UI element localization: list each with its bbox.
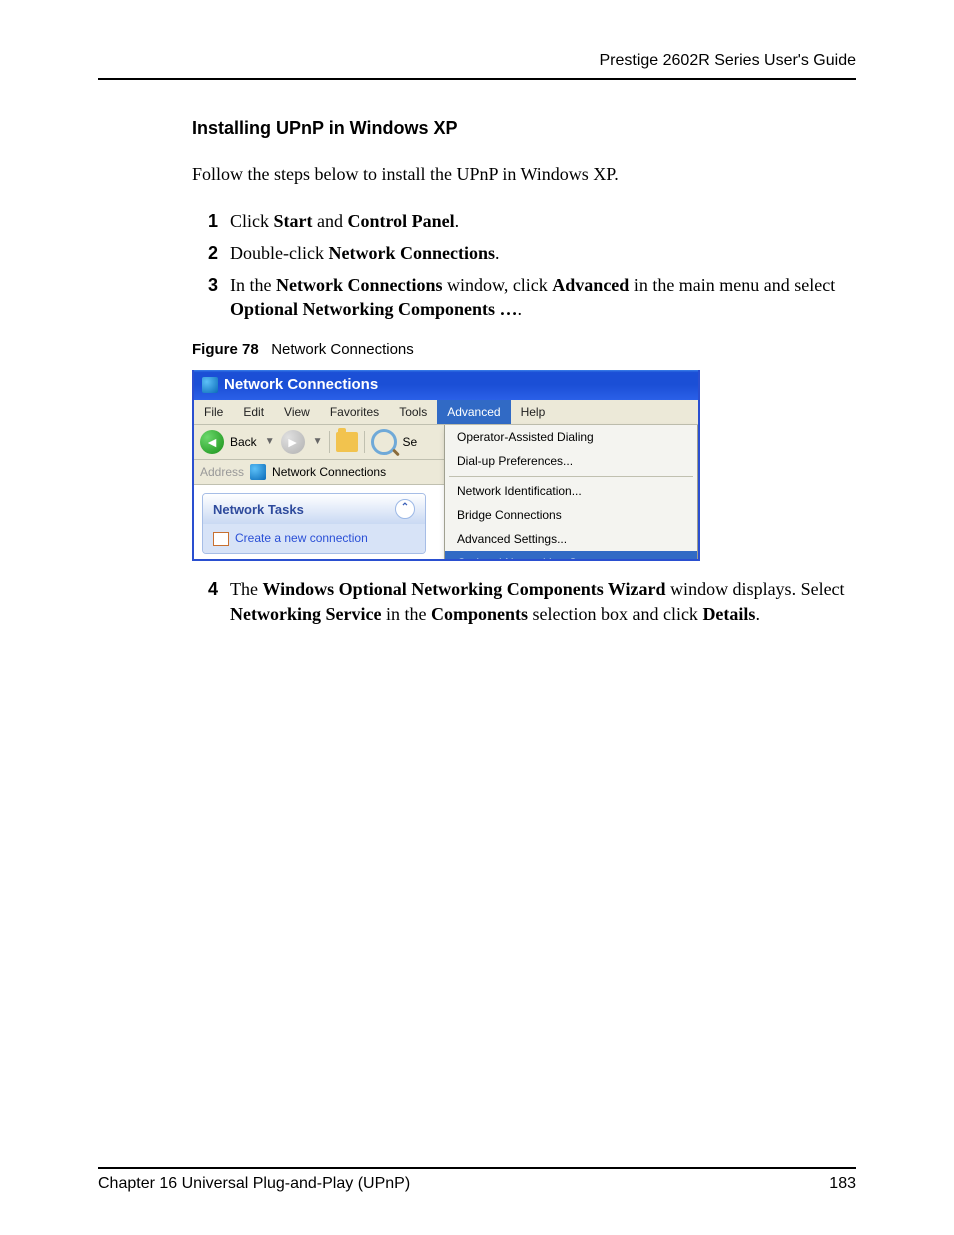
menu-edit[interactable]: Edit [233, 400, 274, 424]
up-folder-icon[interactable] [336, 432, 358, 452]
step-4: 4 The Windows Optional Networking Compon… [208, 577, 856, 626]
xp-titlebar[interactable]: Network Connections [194, 370, 698, 400]
sidebar-body: Create a new connection [203, 524, 425, 552]
bold: Network Connections [328, 243, 495, 263]
text: . [755, 604, 760, 624]
search-icon[interactable] [371, 429, 397, 455]
footer-rule [98, 1167, 856, 1169]
bold: Network Connections [276, 275, 443, 295]
xp-sidebar-panel: Network Tasks ⌃ Create a new connection [202, 493, 426, 553]
chevron-down-icon[interactable]: ▼ [313, 435, 323, 449]
text: window displays. Select [666, 579, 845, 599]
header-rule [98, 78, 856, 80]
step-2: Double-click Network Connections. [208, 241, 856, 265]
menu-advanced[interactable]: Advanced [437, 400, 510, 424]
sidebar-title: Network Tasks [213, 501, 304, 519]
step-3: In the Network Connections window, click… [208, 273, 856, 322]
dd-bridge-connections[interactable]: Bridge Connections [445, 503, 697, 527]
address-icon [250, 464, 266, 480]
new-connection-icon [213, 532, 229, 546]
step-number: 4 [208, 577, 218, 601]
text: selection box and click [528, 604, 702, 624]
search-label[interactable]: Se [403, 434, 418, 450]
text: Click [230, 211, 274, 231]
text: in the main menu and select [629, 275, 835, 295]
text: . [518, 299, 523, 319]
main-content: Installing UPnP in Windows XP Follow the… [192, 116, 856, 626]
bold: Windows Optional Networking Components W… [262, 579, 665, 599]
bold: Control Panel [348, 211, 455, 231]
step-list: Click Start and Control Panel. Double-cl… [208, 209, 856, 322]
collapse-icon[interactable]: ⌃ [395, 499, 415, 519]
text: . [455, 211, 460, 231]
forward-button-icon[interactable]: ► [281, 430, 305, 454]
dd-network-identification[interactable]: Network Identification... [445, 479, 697, 503]
dd-operator-assisted[interactable]: Operator-Assisted Dialing [445, 425, 697, 449]
text: . [495, 243, 500, 263]
sidebar-header[interactable]: Network Tasks ⌃ [203, 494, 425, 524]
back-label[interactable]: Back [230, 434, 257, 450]
link-label: Create a new connection [235, 530, 368, 546]
text: The [230, 579, 262, 599]
network-connections-icon [202, 377, 218, 393]
sidebar-link-create-connection[interactable]: Create a new connection [213, 530, 415, 546]
menu-file[interactable]: File [194, 400, 233, 424]
xp-title: Network Connections [224, 375, 378, 395]
chevron-down-icon[interactable]: ▼ [265, 435, 275, 449]
bold: Optional Networking Components … [230, 299, 518, 319]
xp-window: Network Connections File Edit View Favor… [192, 370, 700, 561]
dd-advanced-settings[interactable]: Advanced Settings... [445, 527, 697, 551]
toolbar-separator [364, 431, 365, 453]
address-value[interactable]: Network Connections [272, 464, 386, 480]
text: in the [381, 604, 431, 624]
menu-help[interactable]: Help [511, 400, 556, 424]
toolbar-separator [329, 431, 330, 453]
footer-page-number: 183 [829, 1175, 856, 1193]
bold: Details [702, 604, 755, 624]
section-heading: Installing UPnP in Windows XP [192, 116, 856, 140]
back-button-icon[interactable]: ◄ [200, 430, 224, 454]
page-footer: Chapter 16 Universal Plug-and-Play (UPnP… [98, 1167, 856, 1193]
step-1: Click Start and Control Panel. [208, 209, 856, 233]
bold: Advanced [552, 275, 629, 295]
bold: Components [431, 604, 528, 624]
footer-chapter: Chapter 16 Universal Plug-and-Play (UPnP… [98, 1175, 410, 1193]
menu-view[interactable]: View [274, 400, 320, 424]
advanced-dropdown: Operator-Assisted Dialing Dial-up Prefer… [444, 425, 698, 561]
menu-favorites[interactable]: Favorites [320, 400, 389, 424]
address-label: Address [200, 464, 244, 480]
xp-menubar: File Edit View Favorites Tools Advanced … [194, 400, 698, 425]
document-page: Prestige 2602R Series User's Guide Insta… [0, 0, 954, 1235]
running-header: Prestige 2602R Series User's Guide [98, 52, 856, 78]
bold: Networking Service [230, 604, 381, 624]
text: Double-click [230, 243, 328, 263]
text: and [313, 211, 348, 231]
figure-caption: Figure 78 Network Connections [192, 340, 856, 360]
intro-paragraph: Follow the steps below to install the UP… [192, 162, 856, 186]
bold: Start [274, 211, 313, 231]
menu-tools[interactable]: Tools [389, 400, 437, 424]
dropdown-separator [449, 476, 693, 477]
dd-dialup-preferences[interactable]: Dial-up Preferences... [445, 449, 697, 473]
text: In the [230, 275, 276, 295]
figure-label: Figure 78 [192, 341, 259, 358]
figure-title: Network Connections [271, 341, 414, 358]
text: window, click [442, 275, 552, 295]
dd-optional-networking-components[interactable]: Optional Networking Components... [445, 551, 697, 561]
